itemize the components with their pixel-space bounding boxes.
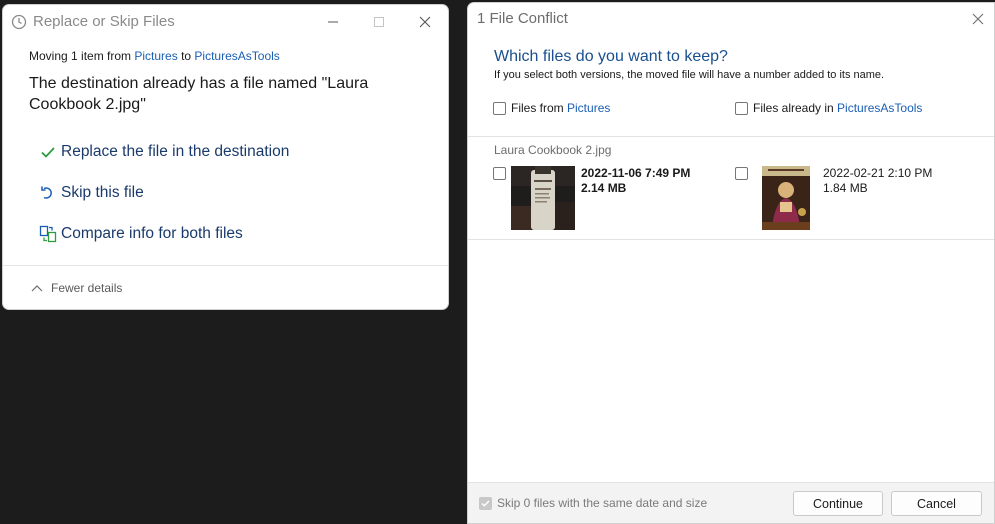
details-toggle[interactable]: Fewer details bbox=[3, 265, 448, 309]
check-icon bbox=[39, 143, 57, 161]
continue-button[interactable]: Continue bbox=[793, 491, 883, 516]
conflict-file-name: Laura Cookbook 2.jpg bbox=[494, 143, 612, 157]
select-all-destination-checkbox[interactable] bbox=[735, 101, 748, 115]
destination-thumbnail[interactable] bbox=[762, 166, 810, 230]
destination-column-prefix: Files already in bbox=[753, 101, 834, 115]
question-heading: Which files do you want to keep? bbox=[494, 48, 728, 65]
source-file-size: 2.14 MB bbox=[581, 181, 627, 195]
destination-folder-link[interactable]: PicturesAsTools bbox=[194, 49, 279, 63]
source-thumbnail[interactable] bbox=[511, 166, 575, 230]
close-icon bbox=[419, 16, 431, 27]
skip-same-files-checkbox[interactable] bbox=[479, 496, 492, 510]
destination-column-link[interactable]: PicturesAsTools bbox=[837, 101, 922, 115]
chevron-up-icon bbox=[31, 284, 43, 292]
cancel-button[interactable]: Cancel bbox=[891, 491, 982, 516]
destination-file-checkbox[interactable] bbox=[735, 167, 748, 180]
source-file-meta: 2022-11-06 7:49 PM 2.14 MB bbox=[581, 166, 690, 230]
title-bar[interactable]: Replace or Skip Files bbox=[3, 5, 448, 38]
replace-file-label: Replace the file in the destination bbox=[61, 142, 290, 160]
select-all-source[interactable]: Files from Pictures bbox=[493, 101, 610, 115]
replace-or-skip-dialog: Replace or Skip Files Moving 1 item from… bbox=[2, 4, 449, 310]
file-conflict-dialog: 1 File Conflict Which files do you want … bbox=[467, 2, 995, 524]
options-list: Replace the file in the destination Skip… bbox=[3, 131, 448, 254]
rename-note: If you select both versions, the moved f… bbox=[494, 69, 885, 81]
column-headers: Files from Pictures Files already in Pic… bbox=[468, 97, 994, 137]
close-button[interactable] bbox=[964, 3, 992, 34]
moving-description: Moving 1 item from Pictures to PicturesA… bbox=[29, 49, 448, 63]
dialog-title: Replace or Skip Files bbox=[33, 13, 175, 30]
destination-file-size: 1.84 MB bbox=[823, 181, 868, 195]
minimize-button[interactable] bbox=[310, 5, 356, 38]
fewer-details-label: Fewer details bbox=[51, 280, 123, 295]
source-file-checkbox[interactable] bbox=[493, 167, 506, 180]
destination-file-date: 2022-02-21 2:10 PM bbox=[823, 166, 933, 180]
moving-prefix: Moving 1 item from bbox=[29, 49, 135, 63]
source-column-prefix: Files from bbox=[511, 101, 564, 115]
checkmark-icon bbox=[481, 500, 490, 507]
replace-file-option[interactable]: Replace the file in the destination bbox=[3, 131, 448, 172]
moving-to-word: to bbox=[177, 49, 195, 63]
maximize-button[interactable] bbox=[356, 5, 402, 38]
select-all-source-checkbox[interactable] bbox=[493, 101, 506, 115]
skip-same-files-option[interactable]: Skip 0 files with the same date and size bbox=[479, 496, 707, 510]
source-column-link[interactable]: Pictures bbox=[567, 101, 610, 115]
file-conflict-row: Laura Cookbook 2.jpg 2022-11-06 7:49 PM … bbox=[468, 137, 994, 240]
source-folder-link[interactable]: Pictures bbox=[134, 49, 177, 63]
destination-file-entry[interactable]: 2022-02-21 2:10 PM 1.84 MB bbox=[735, 166, 932, 230]
source-file-entry[interactable]: 2022-11-06 7:49 PM 2.14 MB bbox=[493, 166, 690, 230]
compare-files-label: Compare info for both files bbox=[61, 224, 243, 242]
dialog-title: 1 File Conflict bbox=[477, 10, 568, 27]
skip-same-files-label: Skip 0 files with the same date and size bbox=[497, 496, 708, 510]
minimize-icon bbox=[328, 21, 338, 22]
conflict-message: The destination already has a file named… bbox=[29, 75, 369, 113]
clock-icon bbox=[11, 14, 27, 30]
maximize-icon bbox=[374, 16, 384, 27]
title-bar[interactable]: 1 File Conflict bbox=[468, 3, 994, 34]
skip-file-label: Skip this file bbox=[61, 183, 144, 201]
close-button[interactable] bbox=[402, 5, 448, 38]
skip-file-option[interactable]: Skip this file bbox=[3, 172, 448, 213]
skip-arrow-icon bbox=[39, 184, 57, 202]
dialog-footer: Skip 0 files with the same date and size… bbox=[468, 482, 994, 523]
select-all-destination[interactable]: Files already in PicturesAsTools bbox=[735, 101, 922, 115]
source-file-date: 2022-11-06 7:49 PM bbox=[581, 166, 691, 180]
compare-files-option[interactable]: Compare info for both files bbox=[3, 213, 448, 254]
close-icon bbox=[972, 13, 984, 24]
compare-icon bbox=[39, 225, 57, 243]
destination-file-meta: 2022-02-21 2:10 PM 1.84 MB bbox=[823, 166, 932, 230]
